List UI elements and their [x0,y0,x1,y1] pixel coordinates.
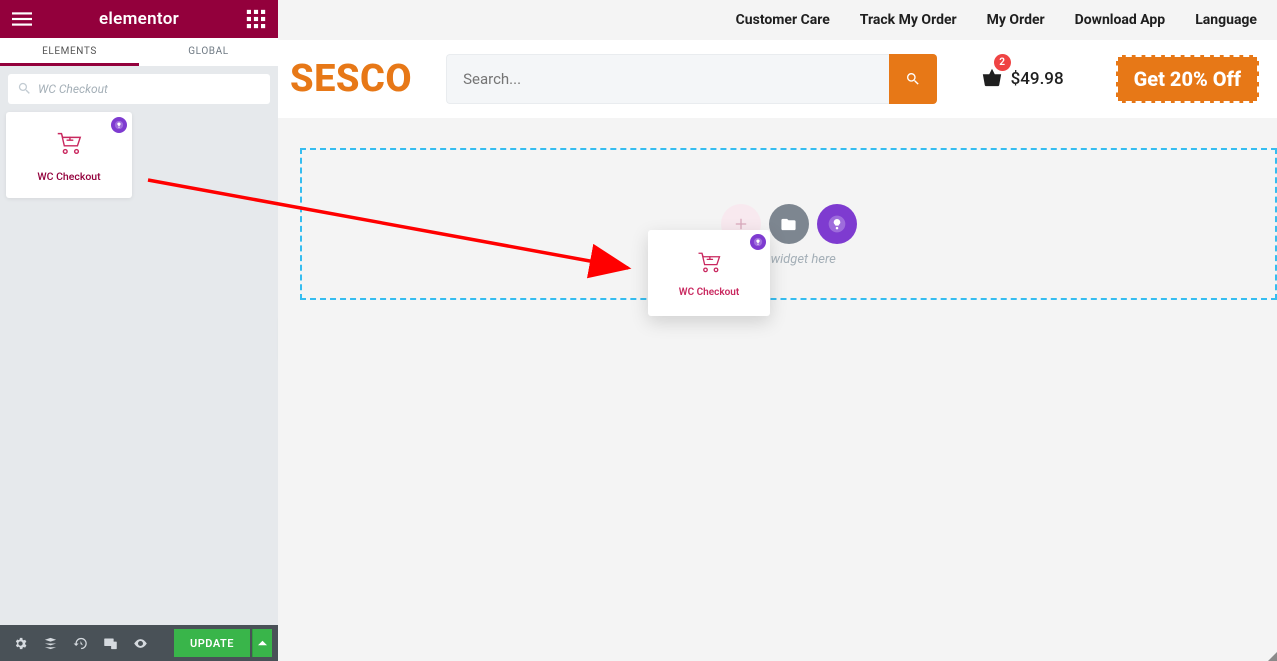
cart-total: $49.98 [1011,69,1064,89]
navigator-icon[interactable] [36,629,64,657]
preview-icon[interactable] [126,629,154,657]
widget-search-input[interactable] [8,74,270,104]
top-nav: Customer Care Track My Order My Order Do… [278,0,1277,40]
nav-language[interactable]: Language [1195,12,1257,28]
tab-elements[interactable]: ELEMENTS [0,38,139,66]
widget-search-wrap [0,66,278,112]
search-icon [17,81,32,96]
widget-wc-checkout[interactable]: WC Checkout [6,112,132,198]
tab-global[interactable]: GLOBAL [139,38,278,66]
settings-icon[interactable] [6,629,34,657]
responsive-icon[interactable] [96,629,124,657]
canvas: Drag widget here [278,118,1277,300]
nav-download-app[interactable]: Download App [1075,12,1166,28]
widget-label: WC Checkout [37,170,100,183]
menu-icon[interactable] [12,9,32,29]
ea-templates-button[interactable] [817,204,857,244]
panel-tabs: ELEMENTS GLOBAL [0,38,278,66]
eael-badge-icon [750,234,766,250]
cart-count-badge: 2 [994,54,1011,71]
ghost-label: WC Checkout [679,287,739,298]
mini-cart[interactable]: 2 $49.98 [981,66,1064,92]
resize-handle-icon [1268,652,1277,661]
widget-list: WC Checkout [0,112,278,198]
promo-button[interactable]: Get 20% Off [1116,55,1259,103]
nav-track-order[interactable]: Track My Order [860,12,957,28]
panel-footer: UPDATE [0,625,278,661]
nav-customer-care[interactable]: Customer Care [736,12,830,28]
drag-ghost-widget: WC Checkout [648,230,770,316]
editor-preview: Customer Care Track My Order My Order Do… [278,0,1277,661]
update-button[interactable]: UPDATE [174,629,250,657]
cart-icon [54,128,84,162]
cart-icon [695,248,723,280]
elementor-logo: elementor [99,9,179,29]
product-search-button[interactable] [889,54,937,104]
eael-badge-icon [111,117,127,133]
product-search-input[interactable] [446,54,888,104]
panel-header: elementor [0,0,278,38]
elementor-panel: elementor ELEMENTS GLOBAL WC Checkout [0,0,278,661]
site-header: SESCO 2 $49.98 Get 20% Off [278,40,1277,118]
nav-my-order[interactable]: My Order [987,12,1045,28]
basket-icon: 2 [981,66,1003,92]
product-search [446,54,936,104]
empty-section-dropzone[interactable]: Drag widget here [300,148,1277,300]
history-icon[interactable] [66,629,94,657]
site-logo[interactable]: SESCO [290,57,412,101]
apps-grid-icon[interactable] [246,9,266,29]
update-options-button[interactable] [252,629,272,657]
add-template-button[interactable] [769,204,809,244]
